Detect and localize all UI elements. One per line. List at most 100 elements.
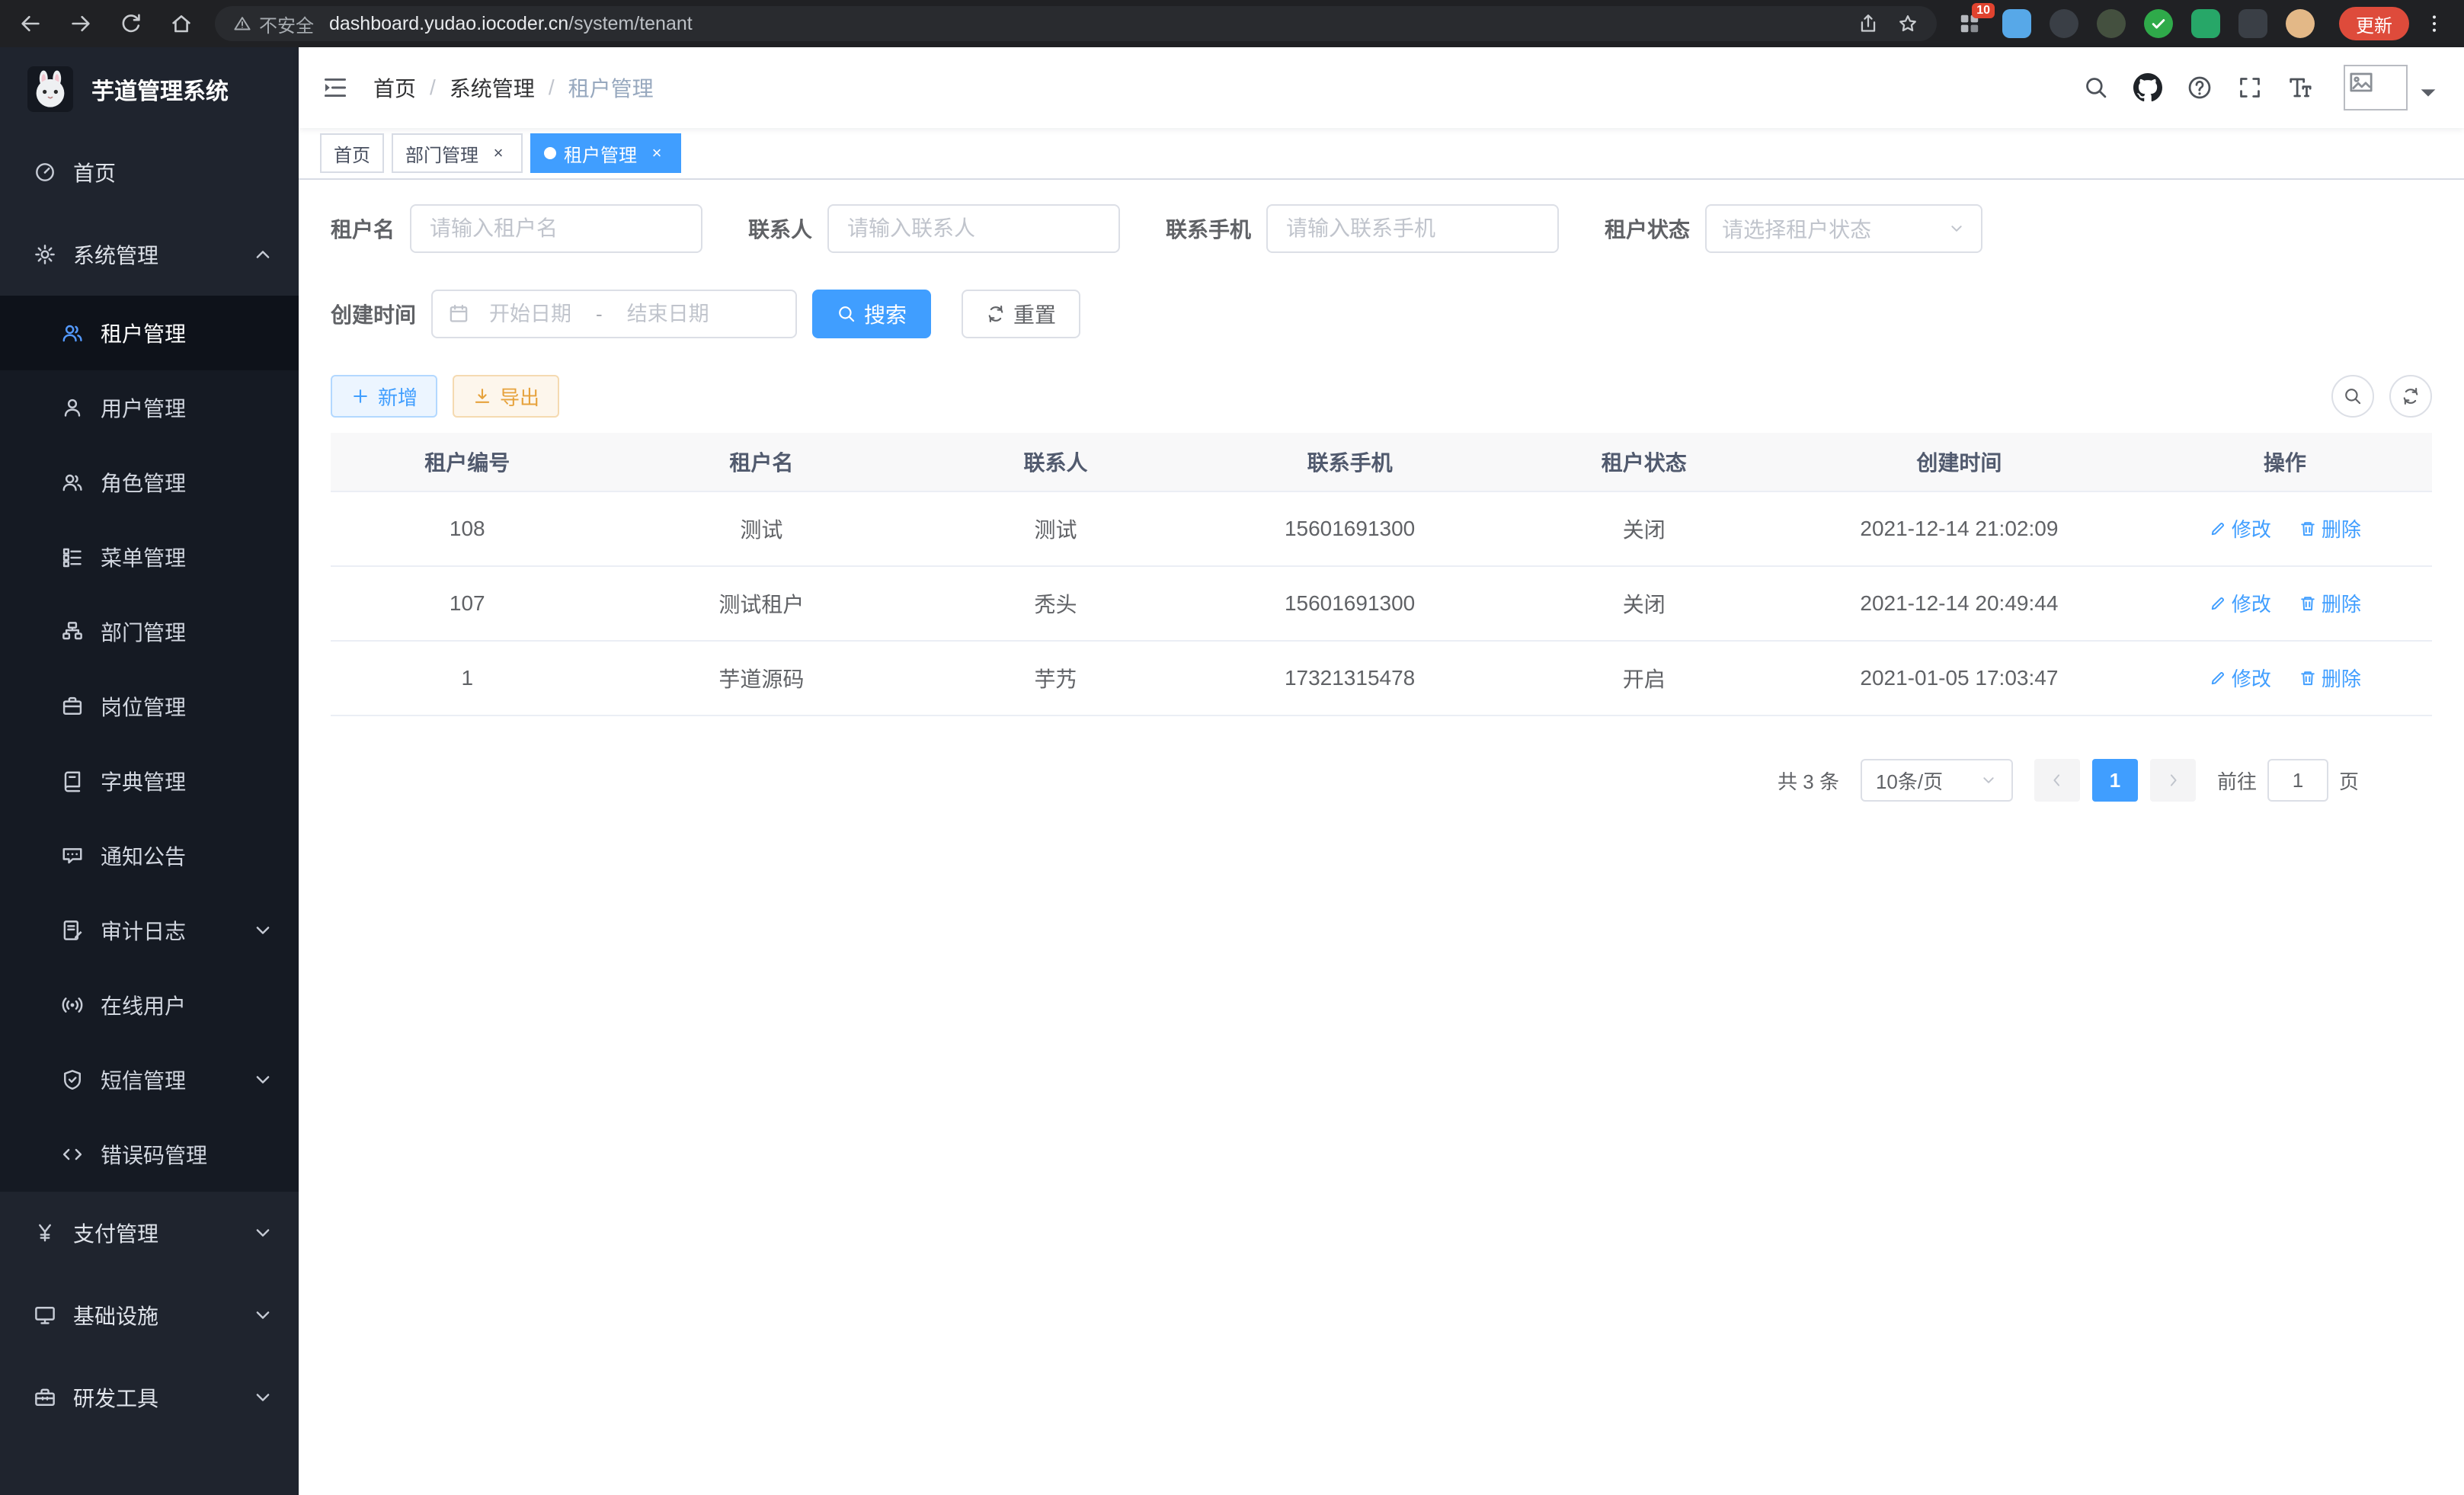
reset-button[interactable]: 重置 xyxy=(962,290,1080,338)
sidebar-item-user[interactable]: 用户管理 xyxy=(0,370,299,445)
table-row: 107测试租户秃头15601691300关闭2021-12-14 20:49:4… xyxy=(331,566,2432,641)
pagination-total: 共 3 条 xyxy=(1778,767,1839,795)
delete-icon xyxy=(2299,669,2317,687)
extension-dark-icon-1[interactable] xyxy=(2050,9,2078,38)
share-icon[interactable] xyxy=(1858,13,1879,34)
delete-link[interactable]: 删除 xyxy=(2299,514,2361,543)
tenant-name-input[interactable] xyxy=(410,204,702,253)
sidebar-toggle-icon[interactable] xyxy=(322,74,349,101)
toggle-search-button[interactable] xyxy=(2331,375,2374,418)
fullscreen-icon[interactable] xyxy=(2237,75,2263,101)
pay-icon xyxy=(34,1221,56,1244)
export-button[interactable]: 导出 xyxy=(453,375,559,418)
sidebar-item-home[interactable]: 首页 xyxy=(0,131,299,213)
address-bar[interactable]: 不安全 dashboard.yudao.iocoder.cn/system/te… xyxy=(215,6,1937,41)
next-page-button[interactable] xyxy=(2150,759,2196,802)
extension-blue-icon[interactable] xyxy=(2002,9,2031,38)
edit-icon xyxy=(2209,520,2227,538)
help-icon[interactable] xyxy=(2187,75,2213,101)
refresh-table-button[interactable] xyxy=(2389,375,2432,418)
column-header: 租户编号 xyxy=(331,433,604,491)
github-icon[interactable] xyxy=(2133,73,2162,102)
close-icon[interactable]: × xyxy=(488,142,509,164)
prev-page-button[interactable] xyxy=(2034,759,2080,802)
sidebar-item-role[interactable]: 角色管理 xyxy=(0,445,299,520)
cell-contact: 秃头 xyxy=(919,566,1192,641)
chevron-down-icon xyxy=(251,1221,274,1244)
contact-input[interactable] xyxy=(827,204,1120,253)
jump-page-input[interactable] xyxy=(2267,759,2328,802)
search-button-label: 搜索 xyxy=(864,299,907,329)
sidebar-item-dept[interactable]: 部门管理 xyxy=(0,594,299,669)
search-icon[interactable] xyxy=(2083,75,2109,101)
page-button-1[interactable]: 1 xyxy=(2092,759,2138,802)
sidebar-item-online[interactable]: 在线用户 xyxy=(0,968,299,1042)
add-button[interactable]: 新增 xyxy=(331,375,437,418)
close-icon[interactable]: × xyxy=(646,142,667,164)
extension-dark-icon-3[interactable] xyxy=(2238,9,2267,38)
browser-menu-icon[interactable] xyxy=(2423,12,2446,35)
forward-icon[interactable] xyxy=(69,11,93,36)
sidebar-item-label: 基础设施 xyxy=(73,1300,158,1330)
sidebar-item-label: 用户管理 xyxy=(101,392,186,423)
gear-icon xyxy=(34,243,56,266)
profile-avatar[interactable] xyxy=(2286,9,2315,38)
app-logo[interactable]: 芋道管理系统 xyxy=(0,47,299,131)
site-security-chip[interactable]: 不安全 xyxy=(233,11,314,37)
mobile-input[interactable] xyxy=(1266,204,1559,253)
browser-update-button[interactable]: 更新 xyxy=(2339,7,2409,40)
delete-icon xyxy=(2299,520,2317,538)
pagination: 共 3 条 10条/页 1 前往 页 xyxy=(331,759,2432,802)
user-avatar[interactable] xyxy=(2344,65,2408,110)
search-button[interactable]: 搜索 xyxy=(812,290,931,338)
sidebar-item-audit[interactable]: 审计日志 xyxy=(0,893,299,968)
sidebar-item-label: 研发工具 xyxy=(73,1382,158,1413)
sidebar-item-infra[interactable]: 基础设施 xyxy=(0,1274,299,1356)
date-range-picker[interactable]: - xyxy=(431,290,797,338)
sidebar-item-system[interactable]: 系统管理 xyxy=(0,213,299,296)
sidebar-item-pay[interactable]: 支付管理 xyxy=(0,1192,299,1274)
breadcrumb-separator: / xyxy=(430,75,436,100)
delete-link[interactable]: 删除 xyxy=(2299,664,2361,692)
dict-icon xyxy=(61,770,84,792)
sidebar-item-post[interactable]: 岗位管理 xyxy=(0,669,299,744)
breadcrumb-home[interactable]: 首页 xyxy=(373,72,416,103)
bookmark-star-icon[interactable] xyxy=(1897,13,1918,34)
sidebar-item-label: 短信管理 xyxy=(101,1064,186,1095)
tab-home[interactable]: 首页 xyxy=(320,133,384,173)
end-date-input[interactable] xyxy=(612,303,725,326)
sidebar-item-sms[interactable]: 短信管理 xyxy=(0,1042,299,1117)
caret-down-icon[interactable] xyxy=(2415,80,2441,106)
delete-link[interactable]: 删除 xyxy=(2299,589,2361,617)
page-size-select[interactable]: 10条/页 xyxy=(1861,759,2013,802)
sidebar-item-label: 支付管理 xyxy=(73,1218,158,1248)
extension-grid-icon[interactable]: 10 xyxy=(1955,9,1984,38)
edit-link[interactable]: 修改 xyxy=(2209,514,2271,543)
home-icon[interactable] xyxy=(169,11,194,36)
sidebar-item-tenant[interactable]: 租户管理 xyxy=(0,296,299,370)
tab-dept[interactable]: 部门管理 × xyxy=(392,133,523,173)
sidebar-item-errcode[interactable]: 错误码管理 xyxy=(0,1117,299,1192)
extension-green-check-icon[interactable] xyxy=(2144,9,2173,38)
sidebar-item-tools[interactable]: 研发工具 xyxy=(0,1356,299,1439)
sidebar-item-dict[interactable]: 字典管理 xyxy=(0,744,299,818)
font-size-icon[interactable] xyxy=(2287,75,2313,101)
sidebar-item-menu[interactable]: 菜单管理 xyxy=(0,520,299,594)
mobile-label: 联系手机 xyxy=(1166,213,1251,244)
breadcrumb-current: 租户管理 xyxy=(568,72,654,103)
extension-green-icon[interactable] xyxy=(2191,9,2220,38)
status-select[interactable]: 请选择租户状态 xyxy=(1705,204,1982,253)
contact-label: 联系人 xyxy=(748,213,812,244)
reload-icon[interactable] xyxy=(119,11,143,36)
logo-image xyxy=(27,66,73,112)
start-date-input[interactable] xyxy=(474,303,587,326)
sidebar-item-notice[interactable]: 通知公告 xyxy=(0,818,299,893)
back-icon[interactable] xyxy=(18,11,43,36)
breadcrumb-system[interactable]: 系统管理 xyxy=(450,72,535,103)
edit-link[interactable]: 修改 xyxy=(2209,664,2271,692)
edit-link[interactable]: 修改 xyxy=(2209,589,2271,617)
tab-tenant[interactable]: 租户管理 × xyxy=(530,133,681,173)
chevron-down-icon xyxy=(1979,771,1998,789)
chevron-down-icon xyxy=(251,1068,274,1091)
extension-dark-icon-2[interactable] xyxy=(2097,9,2126,38)
